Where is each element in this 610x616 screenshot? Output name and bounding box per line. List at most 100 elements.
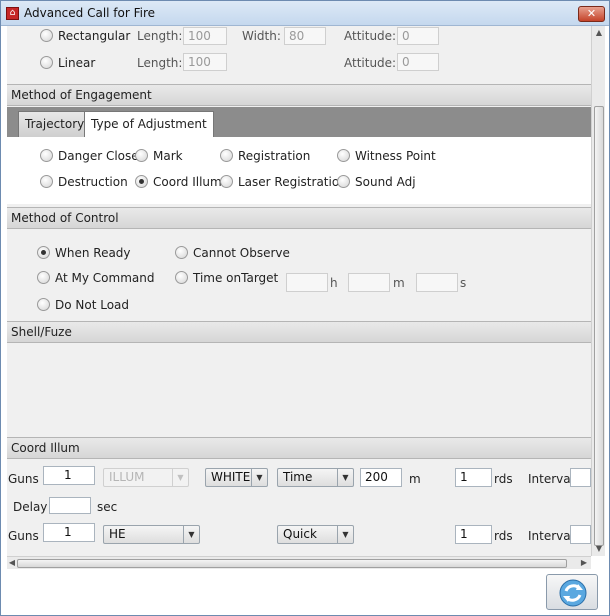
delay-unit: sec: [97, 500, 118, 514]
he-guns-input[interactable]: 1: [43, 523, 95, 542]
he-fuze-value: Quick: [283, 527, 317, 541]
when-ready-radio[interactable]: [37, 246, 50, 259]
illum-height-input[interactable]: 200: [360, 468, 402, 487]
rect-length-label: Length:: [137, 29, 183, 43]
do-not-load-label: Do Not Load: [55, 298, 130, 312]
illum-fuze-value: Time: [283, 470, 313, 484]
mark-radio[interactable]: [135, 149, 148, 162]
rectangular-radio[interactable]: [40, 29, 53, 42]
engagement-tabbar: Trajectory Type of Adjustment: [7, 107, 591, 138]
illum-interval-label: Interval: [528, 472, 574, 486]
illum-shell-select[interactable]: ILLUM ▼: [103, 468, 189, 487]
at-my-command-label: At My Command: [55, 271, 155, 285]
time-on-target-radio[interactable]: [175, 271, 188, 284]
cannot-observe-radio[interactable]: [175, 246, 188, 259]
linear-label: Linear: [58, 56, 96, 70]
shell-fuze-header[interactable]: Shell/Fuze: [7, 321, 591, 343]
close-button[interactable]: ✕: [578, 6, 605, 22]
destruction-label: Destruction: [58, 175, 128, 189]
destruction-radio[interactable]: [40, 175, 53, 188]
sound-adj-label: Sound Adj: [355, 175, 416, 189]
rect-attitude-label: Attitude:: [344, 29, 397, 43]
chevron-down-icon: ▼: [251, 469, 267, 486]
scroll-right-icon[interactable]: ▶: [580, 558, 588, 567]
linear-radio[interactable]: [40, 56, 53, 69]
vertical-scroll-thumb[interactable]: [594, 106, 604, 546]
sound-adj-radio[interactable]: [337, 175, 350, 188]
horizontal-scroll-thumb[interactable]: [17, 559, 567, 568]
linear-attitude-label: Attitude:: [344, 56, 397, 70]
scroll-left-icon[interactable]: ◀: [8, 558, 16, 567]
engagement-header[interactable]: Method of Engagement: [7, 84, 591, 106]
tab-trajectory[interactable]: Trajectory: [18, 111, 92, 137]
app-window: ⌂ Advanced Call for Fire ✕ Rectangular L…: [0, 0, 610, 616]
tot-minutes-input[interactable]: [348, 273, 390, 292]
illum-color-value: WHITE: [211, 470, 251, 484]
chevron-down-icon: ▼: [172, 469, 188, 486]
he-rounds-input[interactable]: 1: [455, 525, 492, 544]
control-header[interactable]: Method of Control: [7, 207, 591, 229]
illum-guns-input[interactable]: 1: [43, 466, 95, 485]
vertical-scrollbar[interactable]: ▲ ▼: [591, 26, 605, 556]
rect-width-input[interactable]: 80: [284, 27, 326, 45]
tab-type-of-adjustment[interactable]: Type of Adjustment: [84, 111, 214, 138]
laser-registration-label: Laser Registration: [238, 175, 347, 189]
tot-hours-input[interactable]: [286, 273, 328, 292]
at-my-command-radio[interactable]: [37, 271, 50, 284]
control-panel: When Ready Cannot Observe At My Command …: [7, 230, 591, 320]
app-icon: ⌂: [6, 7, 19, 20]
registration-label: Registration: [238, 149, 311, 163]
target-shape-panel: Rectangular Length: 100 Width: 80 Attitu…: [7, 26, 591, 83]
do-not-load-radio[interactable]: [37, 298, 50, 311]
delay-input[interactable]: [49, 497, 91, 514]
refresh-button[interactable]: [546, 574, 598, 610]
cannot-observe-label: Cannot Observe: [193, 246, 290, 260]
illum-rounds-unit: rds: [494, 472, 513, 486]
danger-close-radio[interactable]: [40, 149, 53, 162]
he-fuze-select[interactable]: Quick ▼: [277, 525, 354, 544]
he-interval-label: Interval: [528, 529, 574, 543]
tot-minutes-unit: m: [393, 276, 405, 290]
coord-illum-panel: Guns 1 ILLUM ▼ WHITE ▼ Time ▼ 200 m 1 rd…: [7, 460, 591, 556]
scroll-up-icon[interactable]: ▲: [594, 28, 604, 37]
refresh-icon: [559, 579, 587, 607]
illum-height-unit: m: [409, 472, 421, 486]
rectangular-label: Rectangular: [58, 29, 131, 43]
laser-registration-radio[interactable]: [220, 175, 233, 188]
horizontal-scrollbar[interactable]: ◀ ▶: [7, 556, 591, 569]
mark-label: Mark: [153, 149, 183, 163]
scroll-down-icon[interactable]: ▼: [594, 544, 604, 553]
when-ready-label: When Ready: [55, 246, 131, 260]
linear-length-label: Length:: [137, 56, 183, 70]
chevron-down-icon: ▼: [337, 469, 353, 486]
illum-rounds-input[interactable]: 1: [455, 468, 492, 487]
linear-attitude-input[interactable]: 0: [397, 53, 439, 71]
time-on-target-label: Time onTarget: [193, 271, 279, 285]
coord-illum-radio[interactable]: [135, 175, 148, 188]
he-shell-value: HE: [109, 527, 126, 541]
delay-label: Delay: [13, 500, 48, 514]
illum-interval-input[interactable]: [570, 468, 591, 487]
illum-color-select[interactable]: WHITE ▼: [205, 468, 268, 487]
illum-shell-value: ILLUM: [109, 470, 145, 484]
title-bar: ⌂ Advanced Call for Fire ✕: [1, 1, 609, 26]
illum-fuze-select[interactable]: Time ▼: [277, 468, 354, 487]
witness-point-radio[interactable]: [337, 149, 350, 162]
form-content: Rectangular Length: 100 Width: 80 Attitu…: [7, 26, 591, 556]
coord-illum-header[interactable]: Coord Illum: [7, 437, 591, 459]
tot-seconds-unit: s: [460, 276, 467, 290]
tot-seconds-input[interactable]: [416, 273, 458, 292]
footer-bar: [1, 569, 609, 615]
he-shell-select[interactable]: HE ▼: [103, 525, 200, 544]
shell-fuze-panel: [7, 344, 591, 436]
window-title: Advanced Call for Fire: [24, 6, 156, 20]
chevron-down-icon: ▼: [337, 526, 353, 543]
rect-length-input[interactable]: 100: [183, 27, 227, 45]
rect-width-label: Width:: [242, 29, 281, 43]
he-interval-input[interactable]: [570, 525, 591, 544]
tot-hours-unit: h: [330, 276, 338, 290]
he-rounds-unit: rds: [494, 529, 513, 543]
linear-length-input[interactable]: 100: [183, 53, 227, 71]
registration-radio[interactable]: [220, 149, 233, 162]
rect-attitude-input[interactable]: 0: [397, 27, 439, 45]
